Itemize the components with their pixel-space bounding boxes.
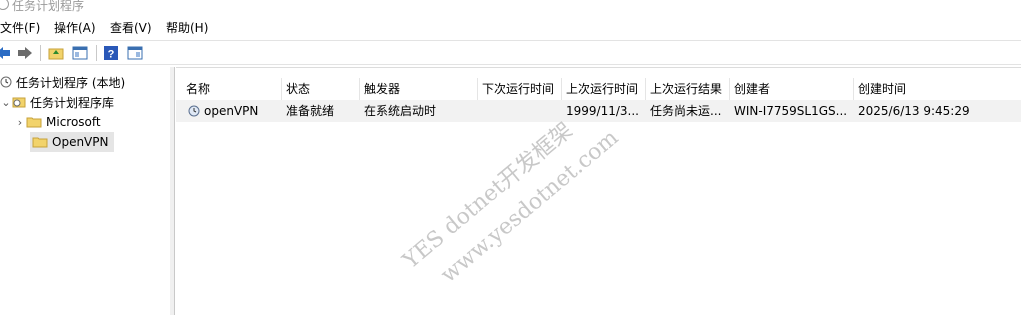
- column-header-last-run[interactable]: 上次运行时间: [562, 78, 646, 100]
- menu-file[interactable]: 文件(F): [0, 19, 40, 36]
- column-header-next-run[interactable]: 下次运行时间: [478, 78, 562, 100]
- toolbar-separator: [40, 45, 41, 61]
- menu-help[interactable]: 帮助(H): [166, 19, 208, 36]
- cell-author: WIN-I7759SL1GS...: [734, 104, 848, 118]
- help-icon[interactable]: ?: [102, 44, 120, 62]
- forward-arrow-icon[interactable]: [16, 44, 34, 62]
- menu-bar: 文件(F) 操作(A) 查看(V) 帮助(H): [0, 17, 1021, 37]
- task-scheduler-icon: [0, 0, 9, 10]
- tree-microsoft-label: Microsoft: [46, 115, 101, 129]
- tree-library-label: 任务计划程序库: [30, 95, 115, 110]
- cell-last-run: 1999/11/3...: [566, 104, 639, 118]
- tree-item-library[interactable]: ⌄ 任务计划程序库: [0, 92, 114, 112]
- folder-clock-icon: [12, 97, 26, 108]
- chevron-down-icon[interactable]: ⌄: [0, 96, 12, 109]
- table-row[interactable]: openVPN 准备就绪 在系统启动时 1999/11/3... 任务尚未运..…: [176, 100, 1021, 122]
- column-header-author[interactable]: 创建者: [730, 78, 854, 100]
- window-title: 任务计划程序: [12, 0, 85, 13]
- cell-created: 2025/6/13 9:45:29: [858, 104, 970, 118]
- task-name: openVPN: [204, 104, 259, 118]
- task-clock-icon: [188, 105, 200, 117]
- folder-icon: [32, 137, 48, 148]
- svg-text:?: ?: [108, 49, 115, 61]
- cell-name: openVPN: [184, 100, 282, 122]
- up-folder-icon[interactable]: [47, 44, 65, 62]
- cell-last-result: 任务尚未运...: [650, 104, 722, 118]
- show-hide-tree-icon[interactable]: [71, 44, 89, 62]
- toolbar: ?: [0, 40, 1021, 65]
- clock-icon: [0, 76, 12, 88]
- tree-root-label: 任务计划程序 (本地): [16, 75, 126, 90]
- menu-action[interactable]: 操作(A): [54, 19, 96, 36]
- column-header-last-result[interactable]: 上次运行结果: [646, 78, 730, 100]
- column-header-status[interactable]: 状态: [282, 78, 360, 100]
- tree-item-microsoft[interactable]: › Microsoft: [14, 112, 101, 132]
- cell-trigger: 在系统启动时: [364, 104, 437, 118]
- toolbar-separator: [96, 45, 97, 61]
- navigation-tree: 任务计划程序 (本地) ⌄ 任务计划程序库 › Microsoft OpenVP…: [0, 67, 171, 315]
- chevron-right-icon[interactable]: ›: [14, 116, 26, 129]
- task-list-header: 名称 状态 触发器 下次运行时间 上次运行时间 上次运行结果 创建者 创建时间: [176, 78, 1021, 101]
- show-hide-action-pane-icon[interactable]: [126, 44, 144, 62]
- cell-next-run: [478, 100, 562, 122]
- column-header-trigger[interactable]: 触发器: [360, 78, 478, 100]
- menu-view[interactable]: 查看(V): [110, 19, 152, 36]
- tree-openvpn-label: OpenVPN: [52, 135, 109, 149]
- tree-item-root[interactable]: 任务计划程序 (本地): [0, 72, 125, 92]
- column-header-created[interactable]: 创建时间: [854, 78, 1021, 100]
- tree-item-openvpn[interactable]: OpenVPN: [30, 132, 114, 152]
- pane-splitter[interactable]: [170, 67, 175, 315]
- back-arrow-icon[interactable]: [0, 44, 12, 62]
- title-bar: 任务计划程序: [0, 0, 1021, 15]
- column-header-name[interactable]: 名称: [182, 78, 282, 100]
- task-list: 名称 状态 触发器 下次运行时间 上次运行时间 上次运行结果 创建者 创建时间 …: [176, 67, 1021, 316]
- folder-icon: [26, 117, 42, 128]
- cell-status: 准备就绪: [286, 104, 335, 118]
